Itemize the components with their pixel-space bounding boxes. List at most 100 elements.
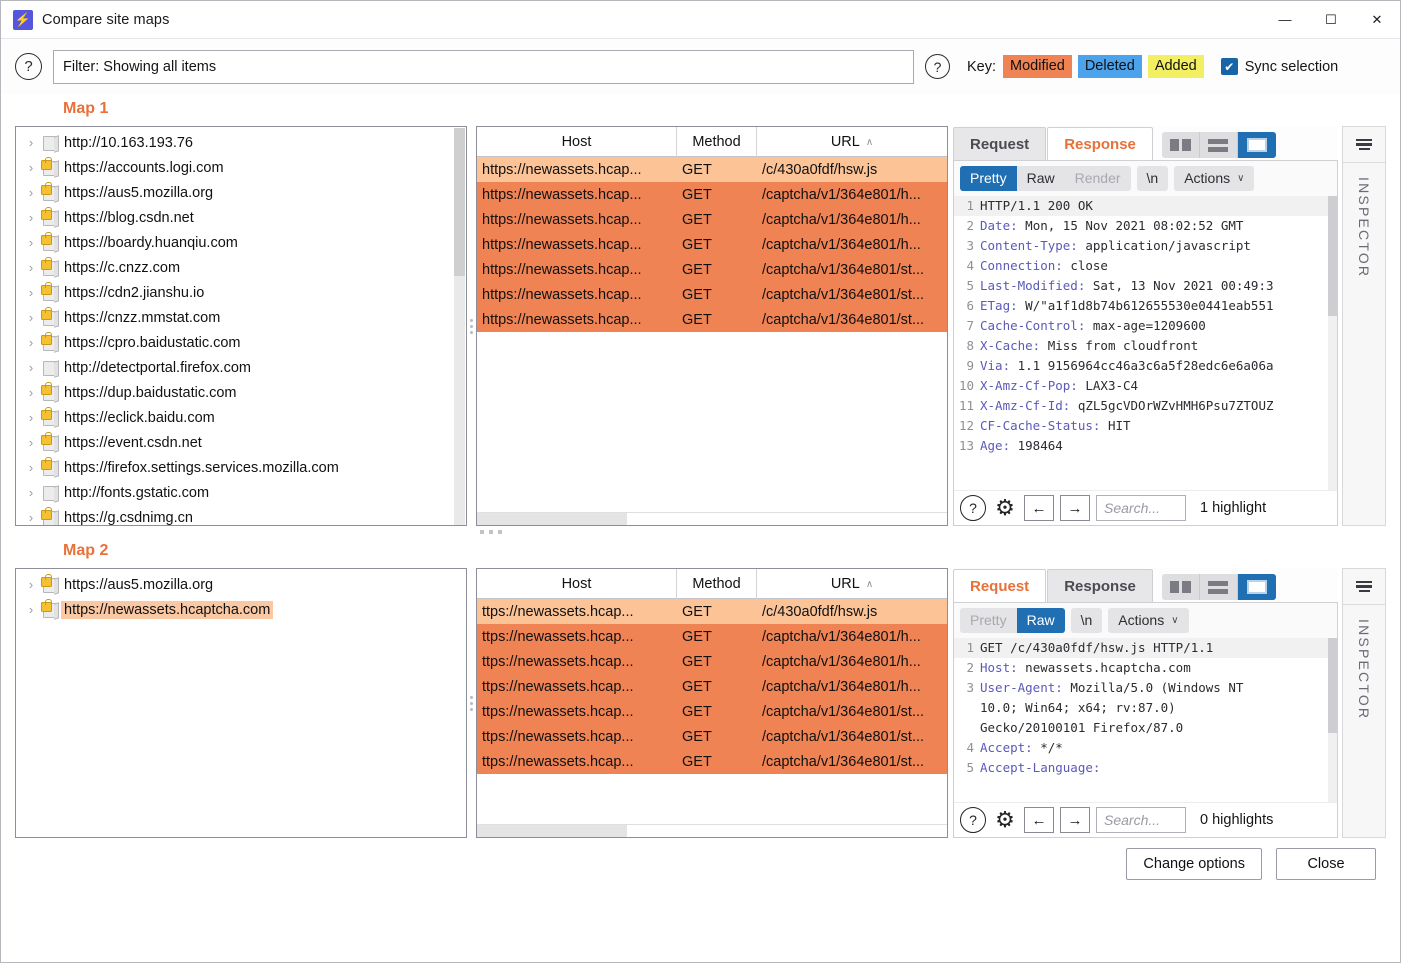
map-2-inspector-rail[interactable]: INSPECTOR: [1342, 568, 1386, 838]
chevron-right-icon[interactable]: ›: [23, 185, 39, 200]
table-row[interactable]: ttps://newassets.hcap... GET/captcha/v1/3…: [477, 724, 947, 749]
tree-row[interactable]: › https://g.csdnimg.cn: [16, 505, 466, 525]
table-row[interactable]: https://newassets.hcap... GET/captcha/v1/…: [477, 282, 947, 307]
chevron-right-icon[interactable]: ›: [23, 285, 39, 300]
map-2-tab-response[interactable]: Response: [1047, 569, 1153, 602]
tree-row[interactable]: › https://c.cnzz.com: [16, 255, 466, 280]
chevron-right-icon[interactable]: ›: [23, 510, 39, 525]
tree-row[interactable]: › https://aus5.mozilla.org: [16, 180, 466, 205]
map-2-search-input[interactable]: Search...: [1096, 807, 1186, 833]
close-button[interactable]: Close: [1276, 848, 1376, 880]
chevron-right-icon[interactable]: ›: [23, 310, 39, 325]
map-1-tree-table-splitter[interactable]: [467, 126, 476, 526]
tree-row[interactable]: › https://aus5.mozilla.org: [16, 572, 466, 597]
sync-selection-control[interactable]: ✔ Sync selection: [1220, 58, 1338, 75]
map-2-actions-menu[interactable]: Actions ∨: [1108, 608, 1189, 633]
chevron-right-icon[interactable]: ›: [23, 385, 39, 400]
table-row[interactable]: ttps://newassets.hcap... GET/captcha/v1/3…: [477, 624, 947, 649]
map-2-requests-table[interactable]: Host Method URL ∧ ttps://newassets.hcap.…: [476, 568, 948, 838]
change-options-button[interactable]: Change options: [1126, 848, 1262, 880]
chevron-right-icon[interactable]: ›: [23, 210, 39, 225]
chevron-right-icon[interactable]: ›: [23, 460, 39, 475]
chevron-right-icon[interactable]: ›: [23, 135, 39, 150]
map-1-sitemap-tree[interactable]: › http://10.163.193.76 › https://accounts.l…: [15, 126, 467, 526]
column-header-host[interactable]: Host: [477, 569, 677, 599]
tree-row[interactable]: › https://newassets.hcaptcha.com: [16, 597, 466, 622]
tree-row[interactable]: › http://10.163.193.76: [16, 130, 466, 155]
tree-row[interactable]: › https://dup.baidustatic.com: [16, 380, 466, 405]
map-2-table-body[interactable]: ttps://newassets.hcap... GET/c/430a0fdf/h…: [477, 599, 947, 824]
minimize-icon[interactable]: —: [1262, 1, 1308, 39]
search-next-icon[interactable]: →: [1060, 807, 1090, 833]
tree-row[interactable]: › http://detectportal.firefox.com: [16, 355, 466, 380]
chevron-right-icon[interactable]: ›: [23, 485, 39, 500]
tree-row[interactable]: › https://cnzz.mmstat.com: [16, 305, 466, 330]
inspector-menu-icon[interactable]: [1343, 127, 1385, 163]
table-row[interactable]: https://newassets.hcap... GET/captcha/v1/…: [477, 207, 947, 232]
map-2-inspector-label[interactable]: INSPECTOR: [1356, 619, 1372, 720]
table-row[interactable]: https://newassets.hcap... GET/captcha/v1/…: [477, 257, 947, 282]
inspector-menu-icon[interactable]: [1343, 569, 1385, 605]
table-row[interactable]: ttps://newassets.hcap... GET/captcha/v1/3…: [477, 674, 947, 699]
layout-side-by-side-icon[interactable]: [1162, 574, 1200, 600]
map-2-tree-table-splitter[interactable]: [467, 568, 476, 838]
table-row[interactable]: https://newassets.hcap... GET/captcha/v1/…: [477, 232, 947, 257]
filter-help-icon[interactable]: ?: [15, 53, 42, 80]
map-1-table-hscrollbar[interactable]: [477, 512, 947, 525]
map-1-actions-menu[interactable]: Actions ∨: [1174, 166, 1255, 191]
view-mode-raw[interactable]: Raw: [1017, 166, 1065, 191]
map-2-code-scrollbar[interactable]: [1328, 638, 1337, 802]
map-1-tab-request[interactable]: Request: [953, 127, 1047, 160]
chevron-right-icon[interactable]: ›: [23, 360, 39, 375]
sync-selection-checkbox[interactable]: ✔: [1220, 58, 1238, 75]
view-mode-pretty[interactable]: Pretty: [960, 166, 1017, 191]
table-row[interactable]: ttps://newassets.hcap... GET/captcha/v1/3…: [477, 699, 947, 724]
column-header-method[interactable]: Method: [677, 569, 757, 599]
map-1-table-body[interactable]: https://newassets.hcap... GET/c/430a0fdf/…: [477, 157, 947, 512]
maximize-icon[interactable]: ☐: [1308, 1, 1354, 39]
filter-input[interactable]: Filter: Showing all items: [53, 49, 914, 84]
column-header-url[interactable]: URL ∧: [757, 569, 947, 599]
column-header-method[interactable]: Method: [677, 127, 757, 157]
tree-row[interactable]: › https://eclick.baidu.com: [16, 405, 466, 430]
table-row[interactable]: https://newassets.hcap... GET/captcha/v1/…: [477, 182, 947, 207]
tree-row[interactable]: › https://blog.csdn.net: [16, 205, 466, 230]
table-row[interactable]: https://newassets.hcap... GET/c/430a0fdf/…: [477, 157, 947, 182]
map-2-code-area[interactable]: 1 GET /c/430a0fdf/hsw.js HTTP/1.1 2 Host: n…: [954, 638, 1337, 802]
map-1-code-area[interactable]: 1 HTTP/1.1 200 OK 2 Date: Mon, 15 Nov 2021 …: [954, 196, 1337, 490]
map-1-inspector-label[interactable]: INSPECTOR: [1356, 177, 1372, 278]
key-help-icon[interactable]: ?: [925, 54, 950, 79]
chevron-right-icon[interactable]: ›: [23, 435, 39, 450]
view-mode-pretty[interactable]: Pretty: [960, 608, 1017, 633]
table-row[interactable]: ttps://newassets.hcap... GET/captcha/v1/3…: [477, 649, 947, 674]
layout-stacked-icon[interactable]: [1200, 574, 1238, 600]
search-prev-icon[interactable]: ←: [1024, 807, 1054, 833]
table-row[interactable]: https://newassets.hcap... GET/captcha/v1/…: [477, 307, 947, 332]
tree-row[interactable]: › https://cpro.baidustatic.com: [16, 330, 466, 355]
column-header-url[interactable]: URL ∧: [757, 127, 947, 157]
layout-stacked-icon[interactable]: [1200, 132, 1238, 158]
gear-icon[interactable]: ⚙: [992, 495, 1018, 521]
layout-single-icon[interactable]: [1237, 132, 1276, 158]
chevron-right-icon[interactable]: ›: [23, 260, 39, 275]
map-1-tree-scrollbar[interactable]: [454, 128, 465, 525]
tree-row[interactable]: › http://fonts.gstatic.com: [16, 480, 466, 505]
chevron-right-icon[interactable]: ›: [23, 410, 39, 425]
map-1-code-scrollbar[interactable]: [1328, 196, 1337, 490]
column-header-host[interactable]: Host: [477, 127, 677, 157]
map-2-tab-request[interactable]: Request: [953, 569, 1047, 602]
table-row[interactable]: ttps://newassets.hcap... GET/c/430a0fdf/h…: [477, 599, 947, 624]
tree-row[interactable]: › https://boardy.huanqiu.com: [16, 230, 466, 255]
layout-single-icon[interactable]: [1237, 574, 1276, 600]
chevron-right-icon[interactable]: ›: [23, 577, 39, 592]
search-prev-icon[interactable]: ←: [1024, 495, 1054, 521]
view-mode-render[interactable]: Render: [1065, 166, 1131, 191]
chevron-right-icon[interactable]: ›: [23, 235, 39, 250]
map-1-tab-response[interactable]: Response: [1047, 127, 1153, 160]
map-1-search-input[interactable]: Search...: [1096, 495, 1186, 521]
search-next-icon[interactable]: →: [1060, 495, 1090, 521]
chevron-right-icon[interactable]: ›: [23, 335, 39, 350]
editor-help-icon[interactable]: ?: [960, 495, 986, 521]
layout-side-by-side-icon[interactable]: [1162, 132, 1200, 158]
map-1-map-2-splitter[interactable]: [15, 526, 966, 536]
